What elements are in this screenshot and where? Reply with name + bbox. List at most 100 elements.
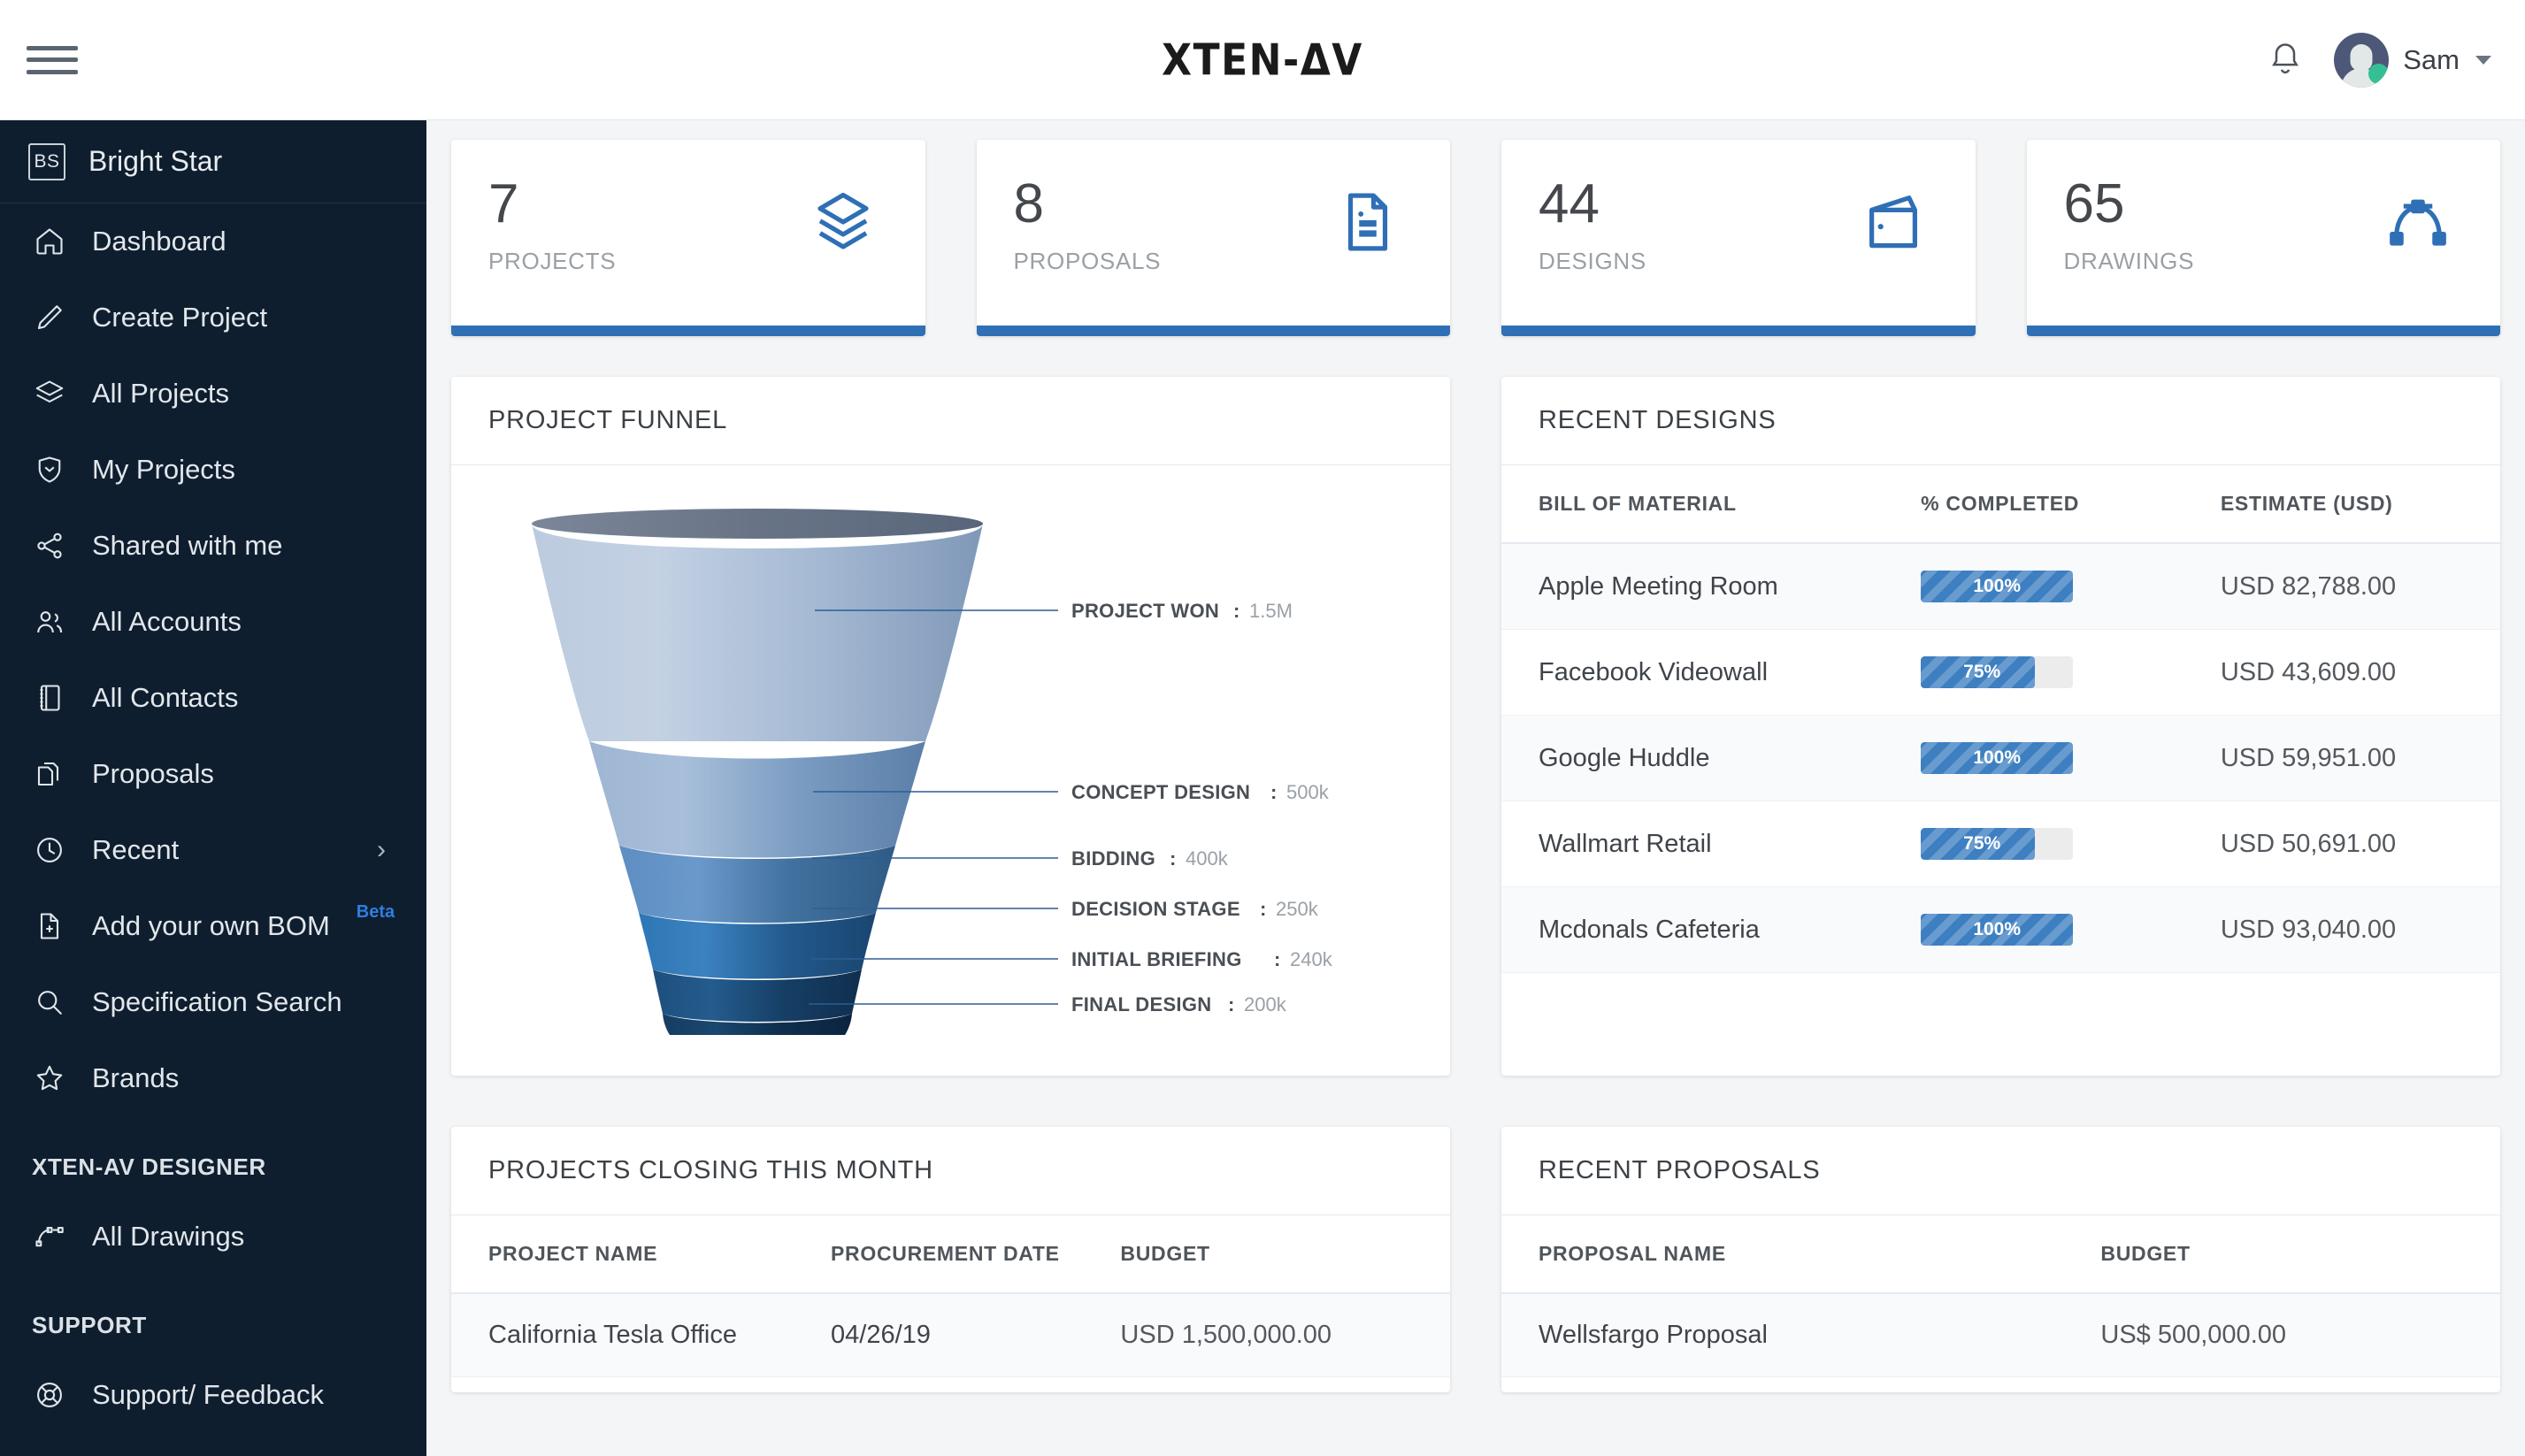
- funnel-stage-label: PROJECT WON: [1071, 600, 1219, 622]
- progress-label: 75%: [1963, 662, 2001, 682]
- sidebar-item-specification-search[interactable]: Specification Search: [0, 964, 426, 1040]
- stat-card-proposals[interactable]: 8 PROPOSALS: [976, 140, 1450, 336]
- chevron-right-icon[interactable]: ›: [377, 835, 386, 865]
- projects-closing-panel: PROJECTS CLOSING THIS MONTH PROJECT NAME…: [451, 1127, 1450, 1392]
- hamburger-icon[interactable]: [27, 41, 78, 80]
- status-badge: [2368, 64, 2390, 84]
- progress-cell: 75%: [1921, 630, 2221, 716]
- recent-designs-panel: RECENT DESIGNS BILL OF MATERIAL % COMPLE…: [1501, 377, 2500, 1076]
- sidebar-item-all-accounts[interactable]: All Accounts: [0, 584, 426, 660]
- recent-proposals-table: PROPOSAL NAME BUDGET Wellsfargo Proposal…: [1501, 1215, 2500, 1377]
- funnel-colon: :: [1228, 993, 1235, 1015]
- table-header-row: PROJECT NAME PROCUREMENT DATE BUDGET: [451, 1215, 1450, 1294]
- search-icon: [32, 985, 67, 1020]
- app-logo: XTEN-ΔV: [0, 0, 2525, 120]
- progress-bar: 100%: [1921, 914, 2074, 946]
- sidebar-item-support-feedback[interactable]: Support/ Feedback: [0, 1357, 426, 1433]
- sidebar-item-all-projects[interactable]: All Projects: [0, 356, 426, 432]
- app-logo-text: XTEN-ΔV: [1162, 34, 1363, 86]
- sidebar-item-all-drawings[interactable]: All Drawings: [0, 1199, 426, 1275]
- file-plus-icon: [32, 908, 67, 944]
- stat-card-drawings[interactable]: 65 DRAWINGS: [2026, 140, 2500, 336]
- progress-label: 100%: [1973, 919, 2022, 939]
- progress-bar: 75%: [1921, 656, 2074, 688]
- table-header-row: BILL OF MATERIAL % COMPLETED ESTIMATE (U…: [1501, 465, 2500, 544]
- table-header-row: PROPOSAL NAME BUDGET: [1501, 1215, 2500, 1294]
- layers-icon: [809, 188, 878, 257]
- dashboard-row-3: PROJECTS CLOSING THIS MONTH PROJECT NAME…: [451, 1127, 2500, 1392]
- funnel-colon: :: [1170, 847, 1177, 870]
- notification-bell-icon[interactable]: [2267, 40, 2304, 80]
- table-row[interactable]: California Tesla Office 04/26/19 USD 1,5…: [451, 1293, 1450, 1377]
- stat-accent-bar: [2026, 326, 2500, 336]
- user-menu[interactable]: Sam: [2334, 33, 2491, 88]
- funnel-stage-value: 1.5M: [1249, 600, 1293, 622]
- table-row[interactable]: Facebook Videowall 75% USD 43,609.00: [1501, 630, 2500, 716]
- table-row[interactable]: Wellsfargo Proposal US$ 500,000.00: [1501, 1293, 2500, 1377]
- estimate-value: USD 43,609.00: [2220, 657, 2397, 686]
- progress-cell: 100%: [1921, 887, 2221, 973]
- funnel-chart: PROJECT WON CONCEPT DESIGN BIDDING DECIS…: [451, 465, 1450, 1076]
- sidebar-item-recent[interactable]: Recent ›: [0, 812, 426, 888]
- sidebar-brand[interactable]: BS Bright Star: [0, 120, 426, 203]
- column-header: ESTIMATE (USD): [2220, 465, 2500, 544]
- sidebar-item-shared-with-me[interactable]: Shared with me: [0, 508, 426, 584]
- layers-icon: [32, 376, 67, 411]
- sidebar-item-proposals[interactable]: Proposals: [0, 736, 426, 812]
- funnel-colon: :: [1274, 948, 1281, 970]
- column-header: BUDGET: [1120, 1215, 1450, 1294]
- stat-accent-bar: [451, 326, 925, 336]
- sidebar-section-support: SUPPORT: [32, 1312, 147, 1338]
- sidebar-item-create-project[interactable]: Create Project: [0, 280, 426, 356]
- sidebar-item-tutorial-videos[interactable]: Tutorial videos: [0, 1433, 426, 1456]
- sidebar-item-label: All Contacts: [92, 682, 239, 713]
- column-header: PROCUREMENT DATE: [831, 1215, 1121, 1294]
- column-header: BILL OF MATERIAL: [1501, 465, 1922, 544]
- sidebar-item-label: Shared with me: [92, 530, 283, 561]
- funnel-colon: :: [1270, 781, 1278, 803]
- sidebar-item-all-contacts[interactable]: All Contacts: [0, 660, 426, 736]
- sidebar-item-label: Proposals: [92, 758, 214, 789]
- dashboard-row-2: PROJECT FUNNEL PROJECT WON CONCEPT DESIG…: [451, 377, 2500, 1076]
- recent-designs-table: BILL OF MATERIAL % COMPLETED ESTIMATE (U…: [1501, 465, 2500, 973]
- table-row[interactable]: Apple Meeting Room 100% USD 82,788.00: [1501, 543, 2500, 630]
- proposal-name: Wellsfargo Proposal: [1539, 1321, 1768, 1349]
- progress-bar: 100%: [1921, 742, 2074, 774]
- stat-card-projects[interactable]: 7 PROJECTS: [451, 140, 925, 336]
- progress-bar: 100%: [1921, 571, 2074, 602]
- table-row[interactable]: Google Huddle 100% USD 59,951.00: [1501, 715, 2500, 801]
- table-row[interactable]: Mcdonals Cafeteria 100% USD 93,040.00: [1501, 886, 2500, 973]
- table-row[interactable]: Wallmart Retail 75% USD 50,691.00: [1501, 801, 2500, 887]
- sidebar-item-dashboard[interactable]: Dashboard: [0, 203, 426, 280]
- stat-card-designs[interactable]: 44 DESIGNS: [1501, 140, 1976, 336]
- contact-book-icon: [32, 680, 67, 716]
- beta-badge: Beta: [356, 901, 395, 922]
- bezier-pen-icon: [2383, 188, 2452, 257]
- panel-title: RECENT PROPOSALS: [1501, 1127, 2500, 1215]
- project-name: California Tesla Office: [488, 1321, 738, 1349]
- star-icon: [32, 1061, 67, 1096]
- sidebar-item-label: All Projects: [92, 378, 230, 409]
- sidebar-item-my-projects[interactable]: My Projects: [0, 432, 426, 508]
- sidebar-item-brands[interactable]: Brands: [0, 1040, 426, 1116]
- top-bar-right: Sam: [2267, 0, 2491, 120]
- funnel-bands: [532, 509, 983, 1070]
- progress-label: 100%: [1973, 576, 2022, 596]
- column-header: PROPOSAL NAME: [1501, 1215, 2101, 1294]
- budget-value: US$ 500,000.00: [2100, 1321, 2287, 1349]
- estimate-value: USD 82,788.00: [2220, 571, 2397, 601]
- funnel-stage-value: 240k: [1290, 948, 1333, 970]
- stat-accent-bar: [1501, 326, 1976, 336]
- sidebar-item-label: Add your own BOM: [92, 910, 330, 941]
- funnel-stage-value: 500k: [1286, 781, 1330, 803]
- users-icon: [32, 604, 67, 640]
- funnel-stage-label: CONCEPT DESIGN: [1071, 781, 1250, 803]
- funnel-stage-label: INITIAL BRIEFING: [1071, 948, 1242, 970]
- funnel-stage-value: 200k: [1244, 993, 1287, 1015]
- sidebar-item-add-your-own-bom[interactable]: Add your own BOM Beta: [0, 888, 426, 964]
- progress-cell: 100%: [1921, 716, 2221, 801]
- top-bar: XTEN-ΔV Sam: [0, 0, 2525, 120]
- progress-bar: 75%: [1921, 828, 2074, 860]
- sidebar-item-label: Create Project: [92, 302, 268, 333]
- chevron-down-icon[interactable]: [2475, 56, 2491, 65]
